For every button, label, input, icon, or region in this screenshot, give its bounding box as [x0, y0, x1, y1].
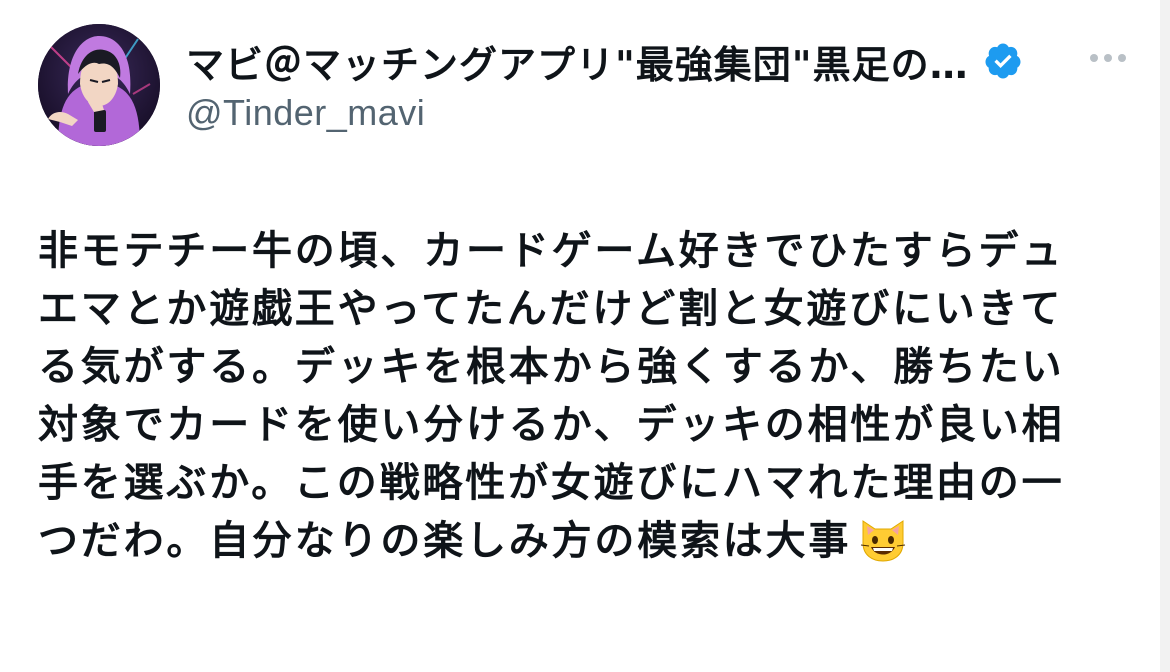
grinning-cat-emoji-icon: [857, 513, 909, 565]
tweet-card: マビ＠マッチングアプリ"最強集団"黒足の… @Tinder_mavi 非モテチー…: [0, 0, 1170, 672]
author-handle[interactable]: @Tinder_mavi: [186, 92, 1086, 134]
verified-badge-icon: [983, 41, 1023, 81]
more-options-icon[interactable]: [1086, 46, 1130, 70]
tweet-text-last-line: つだわ。自分なりの楽しみ方の模索は大事: [38, 512, 1118, 570]
tweet-text: 非モテチー牛の頃、カードゲーム好きでひたすらデュ エマとか遊戯王やってたんだけど…: [38, 222, 1118, 570]
tweet-text-line: 手を選ぶか。この戦略性が女遊びにハマれた理由の一: [38, 460, 1065, 506]
tweet-text-line: 非モテチー牛の頃、カードゲーム好きでひたすらデュ: [38, 228, 1064, 274]
name-row: マビ＠マッチングアプリ"最強集団"黒足の…: [186, 34, 1086, 89]
tweet-text-line: る気がする。デッキを根本から強くするか、勝ちたい: [38, 344, 1065, 390]
scrollbar-track[interactable]: [1160, 0, 1170, 672]
tweet-text-line: エマとか遊戯王やってたんだけど割と女遊びにいきて: [38, 286, 1064, 332]
tweet-text-line: 対象でカードを使い分けるか、デッキの相性が良い相: [38, 402, 1065, 448]
author-avatar[interactable]: [38, 24, 160, 146]
avatar-illustration: [38, 24, 160, 146]
author-display-name[interactable]: マビ＠マッチングアプリ"最強集団"黒足の…: [186, 34, 969, 89]
tweet-text-line: つだわ。自分なりの楽しみ方の模索は大事: [38, 518, 852, 564]
tweet-header: マビ＠マッチングアプリ"最強集団"黒足の… @Tinder_mavi: [186, 36, 1086, 134]
